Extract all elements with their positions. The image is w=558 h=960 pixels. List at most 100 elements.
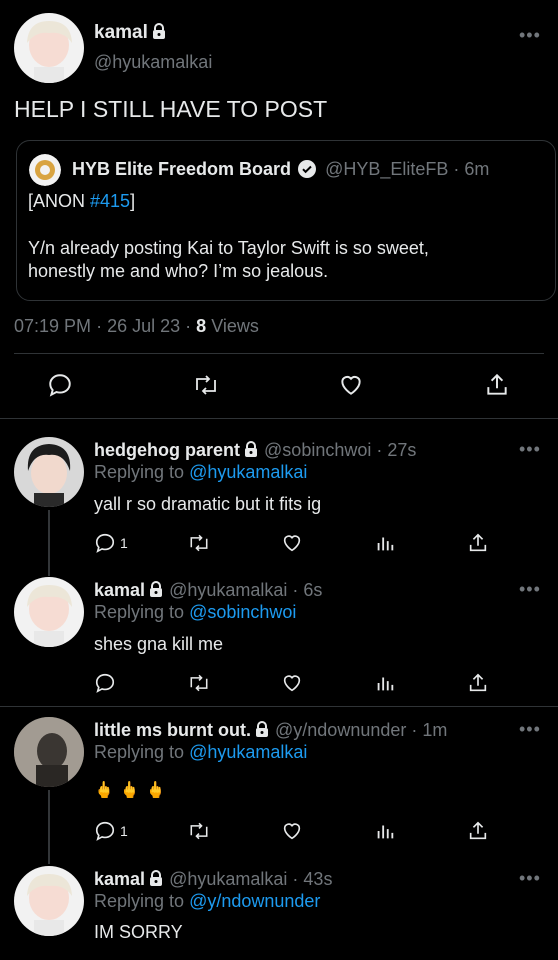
divider [14, 353, 544, 354]
lock-icon [151, 23, 167, 46]
like-icon[interactable] [338, 372, 364, 398]
lock-icon [243, 441, 259, 463]
verified-badge-icon [298, 160, 317, 183]
avatar[interactable] [14, 717, 84, 787]
avatar[interactable] [14, 577, 84, 647]
reply-icon [94, 532, 116, 554]
views-icon[interactable] [374, 820, 396, 842]
reply-text: yall r so dramatic but it fits ig [94, 494, 322, 514]
reply-time: 1m [422, 720, 448, 740]
share-icon[interactable] [467, 532, 489, 554]
avatar[interactable] [14, 437, 84, 507]
separator: · [96, 316, 103, 336]
display-name[interactable]: kamal [94, 580, 145, 600]
display-name[interactable]: hedgehog parent [94, 440, 240, 460]
quote-handle: @HYB_EliteFB [325, 159, 449, 179]
avatar[interactable] [14, 866, 84, 936]
reply-time: 43s [303, 869, 333, 889]
replying-label: Replying to [94, 742, 185, 762]
like-icon[interactable] [281, 532, 303, 554]
handle[interactable]: @hyukamalkai [169, 869, 287, 889]
post-time: 07:19 PM [14, 316, 92, 336]
reply-time: 27s [387, 440, 417, 460]
handle[interactable]: @y/ndownunder [275, 720, 406, 740]
reply-header: kamal @hyukamalkai · 6s [94, 580, 322, 603]
reply-action[interactable]: 1 [94, 820, 128, 842]
views-icon[interactable] [374, 672, 396, 694]
retweet-icon[interactable] [192, 372, 220, 398]
replying-label: Replying to [94, 462, 185, 482]
separator: · [376, 440, 383, 460]
thread-line [48, 790, 50, 864]
more-options-icon[interactable]: ••• [519, 869, 541, 887]
thread-line [48, 510, 50, 576]
reply-icon[interactable] [47, 372, 73, 398]
display-name[interactable]: kamal [94, 22, 148, 43]
reply-icon [94, 672, 116, 694]
reply-header: kamal @hyukamalkai · 43s [94, 869, 332, 892]
mention-link[interactable]: @hyukamalkai [189, 462, 307, 482]
quote-avatar [29, 154, 61, 186]
retweet-icon[interactable] [187, 532, 211, 554]
display-name[interactable]: kamal [94, 869, 145, 889]
replying-label: Replying to [94, 891, 185, 911]
mention-link[interactable]: @y/ndownunder [189, 891, 320, 911]
display-name[interactable]: little ms burnt out. [94, 720, 251, 740]
handle[interactable]: @hyukamalkai [169, 580, 287, 600]
views-icon[interactable] [374, 532, 396, 554]
reply-action[interactable]: 1 [94, 532, 128, 554]
post-date: 26 Jul 23 [107, 316, 181, 336]
replying-to: Replying to @sobinchwoi [94, 602, 296, 623]
quote-time: 6m [464, 159, 490, 179]
share-icon[interactable] [467, 820, 489, 842]
hashtag-link[interactable]: #415 [90, 191, 130, 211]
mention-link[interactable]: @hyukamalkai [189, 742, 307, 762]
replying-to: Replying to @y/ndownunder [94, 891, 320, 912]
reply-count: 1 [120, 535, 128, 551]
quote-body: Y/n already posting Kai to Taylor Swift … [28, 237, 429, 283]
quote-tweet-card[interactable]: HYB Elite Freedom Board @HYB_EliteFB · 6… [16, 140, 556, 301]
retweet-icon[interactable] [187, 672, 211, 694]
replying-label: Replying to [94, 602, 185, 622]
replying-to: Replying to @hyukamalkai [94, 462, 307, 483]
separator: · [411, 720, 418, 740]
quote-body-line: honestly me and who? I’m so jealous. [28, 261, 329, 281]
divider [0, 706, 558, 707]
mention-link[interactable]: @sobinchwoi [189, 602, 296, 622]
reply-text: IM SORRY [94, 922, 183, 942]
more-options-icon[interactable]: ••• [519, 26, 541, 44]
reply-action[interactable] [94, 672, 120, 694]
anon-suffix: ] [130, 191, 136, 211]
quote-body-line: Y/n already posting Kai to Taylor Swift … [28, 238, 429, 258]
reply-count: 1 [120, 823, 128, 839]
avatar[interactable] [14, 13, 84, 83]
separator: · [292, 580, 299, 600]
retweet-icon[interactable] [187, 820, 211, 842]
tweet-text: HELP I STILL HAVE TO POST [14, 96, 328, 122]
like-icon[interactable] [281, 672, 303, 694]
author-name[interactable]: kamal [94, 22, 167, 46]
more-options-icon[interactable]: ••• [519, 440, 541, 458]
divider [0, 418, 558, 419]
more-options-icon[interactable]: ••• [519, 720, 541, 738]
anon-prefix: [ANON [28, 191, 91, 211]
more-options-icon[interactable]: ••• [519, 580, 541, 598]
views-count: 8 [196, 316, 207, 336]
views-label[interactable]: Views [211, 316, 259, 336]
tweet-meta: 07:19 PM · 26 Jul 23 · 8 Views [14, 316, 259, 337]
replying-to: Replying to @hyukamalkai [94, 742, 307, 763]
separator: · [185, 316, 192, 336]
reply-time: 6s [303, 580, 323, 600]
reply-header: little ms burnt out. @y/ndownunder · 1m [94, 720, 447, 743]
separator: · [292, 869, 299, 889]
lock-icon [254, 721, 270, 743]
like-icon[interactable] [281, 820, 303, 842]
handle[interactable]: @sobinchwoi [264, 440, 371, 460]
lock-icon [148, 870, 164, 892]
reply-header: hedgehog parent @sobinchwoi · 27s [94, 440, 416, 463]
separator: · [453, 159, 460, 179]
share-icon[interactable] [467, 672, 489, 694]
author-handle[interactable]: @hyukamalkai [94, 52, 212, 73]
share-icon[interactable] [484, 372, 510, 398]
reply-icon [94, 820, 116, 842]
